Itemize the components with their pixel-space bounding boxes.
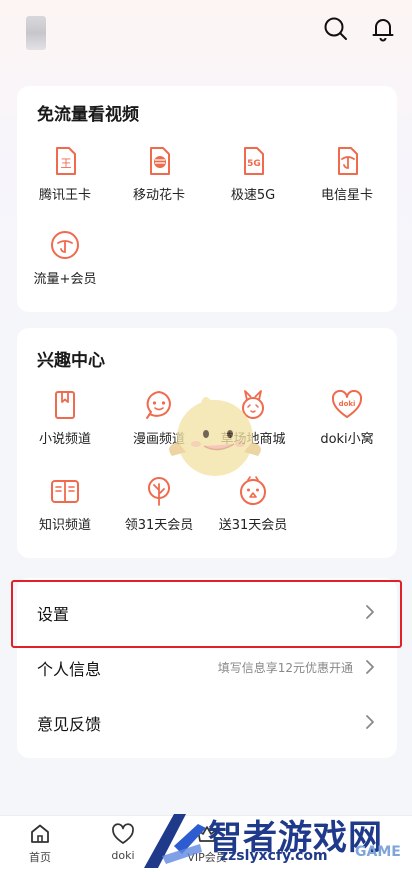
telecom-card-icon — [338, 147, 358, 175]
5g-icon: 5G — [244, 147, 264, 175]
grid-item-knowledge[interactable]: 知识频道 — [19, 474, 111, 533]
watermark-url: zzslyxcfy.com — [220, 848, 328, 864]
watermark-game: GAME — [355, 844, 401, 860]
watermark-mark-icon — [144, 814, 206, 868]
mascot-overlay — [169, 396, 261, 476]
grid-item-data-member[interactable]: 流量+会员 — [19, 228, 111, 287]
free-data-card: 免流量看视频 王 腾讯王卡 移动花卡 5G 极速5G 电信星卡 流量+会员 — [17, 86, 397, 312]
bell-icon[interactable] — [370, 16, 396, 42]
hua-card-icon — [150, 147, 170, 175]
settings-highlight-box — [11, 580, 402, 648]
grid-item-label: 知识频道 — [38, 518, 91, 533]
wang-card-icon: 王 — [56, 147, 76, 175]
grid-item-label: 腾讯王卡 — [38, 188, 91, 203]
grid-item-doki[interactable]: doki doki小窝 — [301, 388, 393, 447]
book-icon — [55, 391, 75, 419]
wang-glyph: 王 — [61, 157, 72, 170]
personal-info-row[interactable]: 个人信息 填写信息享12元优惠开通 — [17, 640, 397, 694]
grid-item-label: 移动花卡 — [132, 188, 185, 203]
doki-heart-icon: doki — [331, 389, 363, 418]
feedback-label: 意见反馈 — [37, 715, 102, 734]
grid-item-telecom-card[interactable]: 电信星卡 — [301, 144, 393, 203]
chevron-right-icon — [366, 660, 374, 674]
grid-item-5g[interactable]: 5G 极速5G — [207, 144, 299, 203]
avatar[interactable] — [26, 16, 46, 50]
chevron-right-icon — [366, 715, 374, 729]
free-data-title: 免流量看视频 — [37, 105, 139, 125]
personal-info-label: 个人信息 — [37, 660, 102, 679]
grid-item-gift-member[interactable]: 送31天会员 — [207, 474, 299, 533]
grid-item-label: 小说频道 — [38, 432, 91, 447]
open-book-icon — [51, 480, 79, 503]
grid-item-label: 流量+会员 — [33, 272, 97, 287]
doki-glyph: doki — [339, 400, 356, 408]
personal-info-hint: 填写信息享12元优惠开通 — [217, 661, 353, 675]
feedback-row[interactable]: 意见反馈 — [17, 695, 397, 749]
tab-label: 首页 — [29, 851, 51, 864]
data-member-icon — [51, 231, 79, 259]
doki-tab-icon — [112, 823, 134, 844]
5g-glyph: 5G — [247, 159, 261, 169]
top-bar — [0, 0, 412, 60]
grid-item-label: 极速5G — [230, 188, 276, 203]
grid-item-label: 送31天会员 — [218, 518, 288, 533]
grid-item-hua-card[interactable]: 移动花卡 — [113, 144, 205, 203]
grid-item-label: 领31天会员 — [124, 518, 194, 533]
grid-item-wang-card[interactable]: 王 腾讯王卡 — [19, 144, 111, 203]
grid-item-novel[interactable]: 小说频道 — [19, 388, 111, 447]
watermark-logo: 智者游戏网 zzslyxcfy.com GAME — [140, 806, 412, 872]
interest-title: 兴趣中心 — [37, 351, 105, 371]
grid-item-label: 电信星卡 — [320, 188, 373, 203]
grid-item-claim-member[interactable]: 领31天会员 — [113, 474, 205, 533]
interest-card: 兴趣中心 小说频道 漫画频道 草场地商城 doki doki小窝 知识频道 领3… — [17, 328, 397, 558]
tab-home[interactable]: 首页 — [5, 822, 75, 865]
grid-item-label: doki小窝 — [320, 432, 374, 447]
search-icon[interactable] — [323, 16, 349, 42]
home-icon — [31, 824, 49, 843]
